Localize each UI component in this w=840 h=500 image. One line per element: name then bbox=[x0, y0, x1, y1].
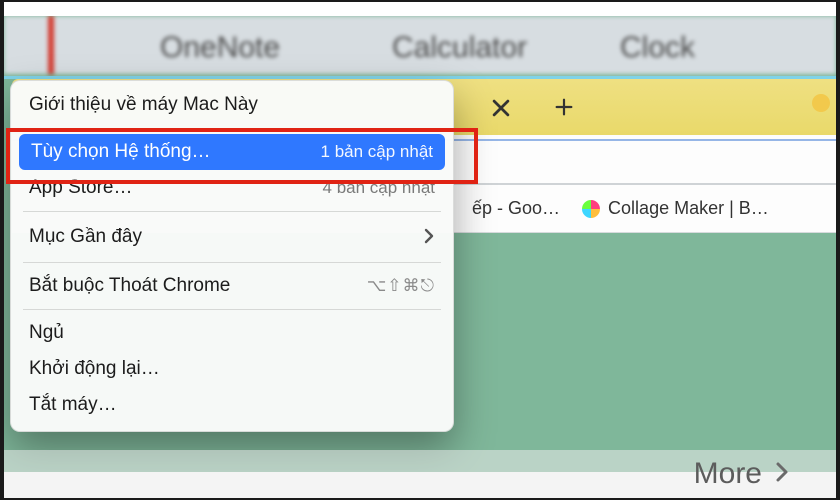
apple-menu: Giới thiệu về máy Mac Này Tùy chọn Hệ th… bbox=[10, 80, 454, 432]
menubar-divider bbox=[4, 76, 836, 79]
bookmark-item-bep[interactable]: ếp - Goo… bbox=[464, 194, 568, 223]
menu-separator bbox=[23, 128, 441, 129]
menu-item-force-quit[interactable]: Bắt buộc Thoát Chrome ⌥⇧⌘⎋ bbox=[11, 268, 453, 304]
menu-separator bbox=[23, 309, 441, 310]
new-tab-button[interactable] bbox=[548, 91, 580, 123]
close-icon[interactable] bbox=[490, 97, 512, 119]
app-label-clock: Clock bbox=[620, 31, 695, 65]
menu-item-sleep[interactable]: Ngủ bbox=[11, 315, 453, 351]
menu-item-system-preferences[interactable]: Tùy chọn Hệ thống… 1 bản cập nhật bbox=[19, 134, 445, 170]
menu-item-label: Giới thiệu về máy Mac Này bbox=[29, 94, 258, 116]
menu-item-label: Tùy chọn Hệ thống… bbox=[31, 141, 211, 163]
menu-item-label: Bắt buộc Thoát Chrome bbox=[29, 275, 230, 297]
menu-item-label: Ngủ bbox=[29, 322, 64, 344]
overlay-label: More bbox=[694, 457, 762, 491]
menu-item-label: Mục Gần đây bbox=[29, 226, 142, 248]
menu-item-label: Tắt máy… bbox=[29, 394, 117, 416]
app-label-calculator: Calculator bbox=[392, 31, 527, 65]
desktop-app-labels: OneNote Calculator Clock bbox=[4, 22, 836, 74]
menu-item-restart[interactable]: Khởi động lại… bbox=[11, 351, 453, 387]
menu-separator bbox=[23, 262, 441, 263]
menu-separator bbox=[23, 211, 441, 212]
chevron-right-icon bbox=[774, 457, 790, 491]
app-label-onenote: OneNote bbox=[160, 31, 280, 65]
screenshot-stage: OneNote Calculator Clock bbox=[0, 0, 840, 500]
collage-favicon-icon bbox=[582, 200, 600, 218]
chevron-right-icon bbox=[423, 224, 435, 250]
menu-item-label: App Store… bbox=[29, 177, 133, 199]
bookmark-item-collage[interactable]: Collage Maker | B… bbox=[574, 194, 777, 223]
bookmark-label: ếp - Goo… bbox=[472, 198, 560, 219]
menu-item-label: Khởi động lại… bbox=[29, 358, 160, 380]
menu-item-about-mac[interactable]: Giới thiệu về máy Mac Này bbox=[11, 87, 453, 123]
screenshot-frame: OneNote Calculator Clock bbox=[4, 2, 836, 498]
menu-item-hint: 1 bản cập nhật bbox=[321, 142, 433, 162]
menu-item-shortcut: ⌥⇧⌘⎋ bbox=[367, 276, 435, 296]
menu-item-shutdown[interactable]: Tắt máy… bbox=[11, 387, 453, 423]
screenshot-body: OneNote Calculator Clock bbox=[4, 16, 836, 472]
menu-item-hint: 4 bản cập nhật bbox=[323, 178, 435, 198]
bookmark-label: Collage Maker | B… bbox=[608, 198, 769, 219]
watermark-more-overlay[interactable]: More bbox=[4, 450, 836, 498]
extension-badge-icon[interactable] bbox=[812, 94, 830, 112]
menu-item-recent[interactable]: Mục Gần đây bbox=[11, 217, 453, 257]
menu-item-app-store[interactable]: App Store… 4 bản cập nhật bbox=[11, 170, 453, 206]
